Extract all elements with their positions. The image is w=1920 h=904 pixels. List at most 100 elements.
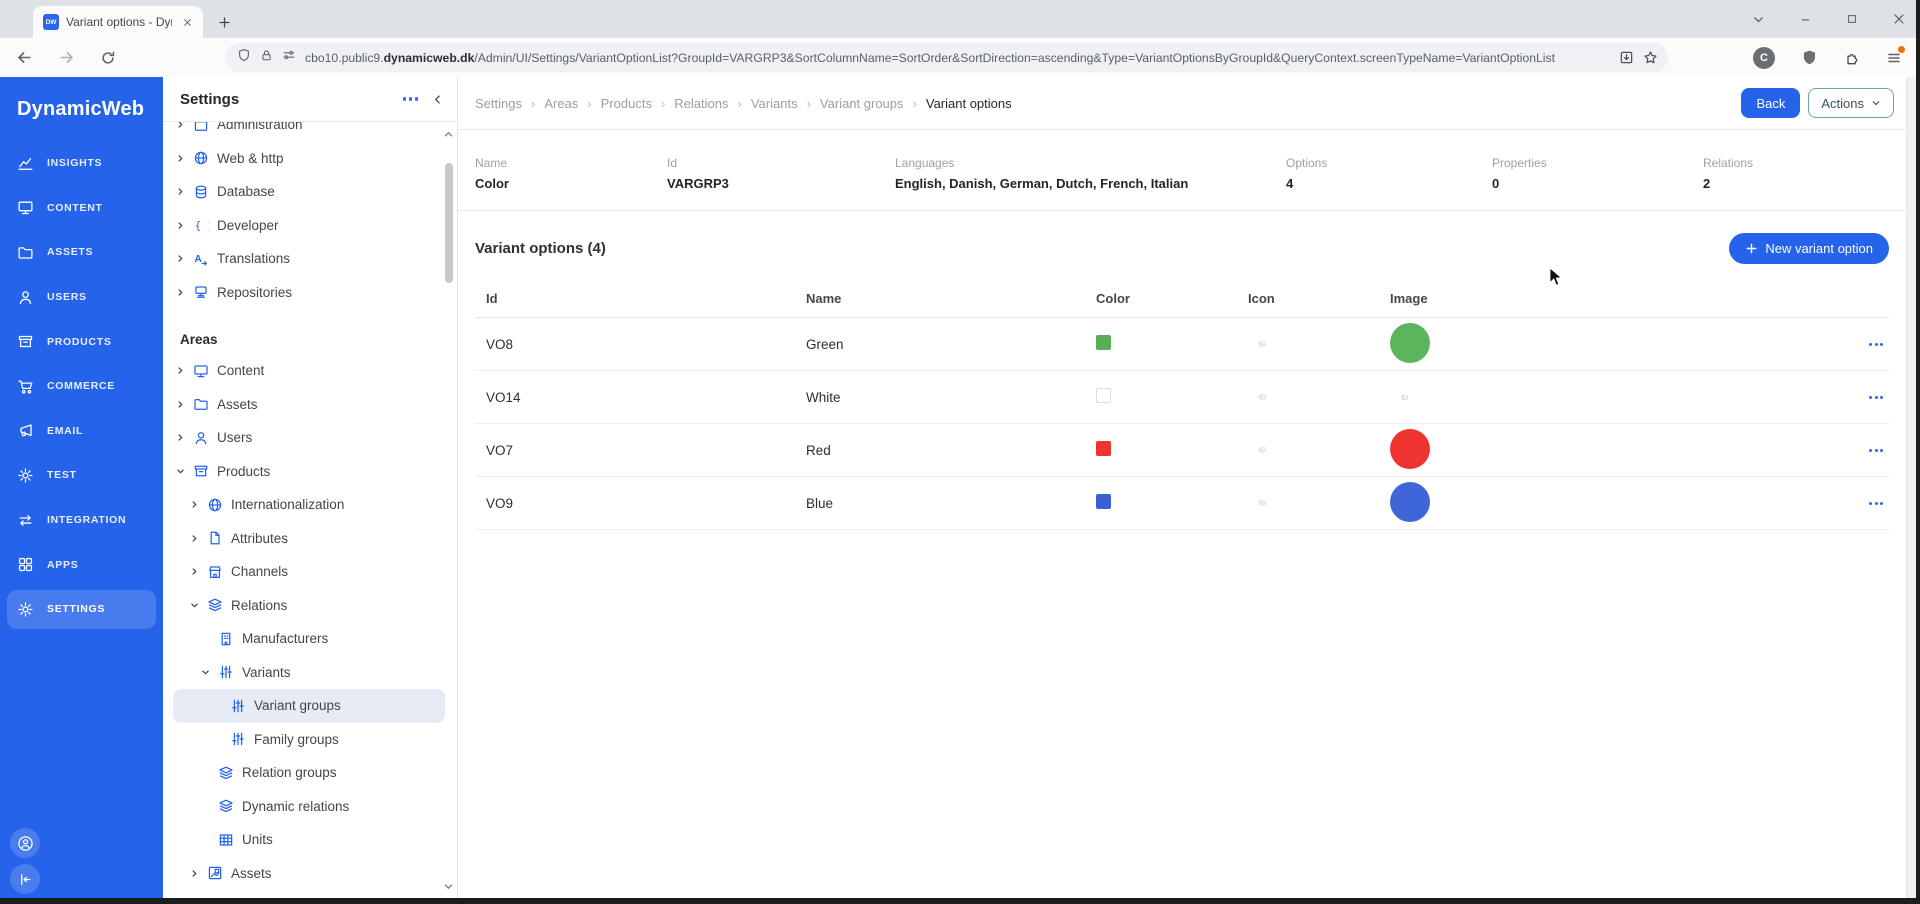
- minimize-icon[interactable]: [1799, 13, 1812, 26]
- adblock-shield-icon[interactable]: [1801, 49, 1818, 66]
- sidebar-item-settings[interactable]: SETTINGS: [0, 587, 163, 632]
- variant-option-row-vo9[interactable]: VO9Blue: [475, 477, 1889, 530]
- profile-avatar[interactable]: [10, 828, 40, 858]
- breadcrumb-current: Variant options: [926, 96, 1012, 111]
- row-actions-icon[interactable]: [1817, 449, 1889, 452]
- tree-item-relation-groups[interactable]: Relation groups: [163, 756, 457, 790]
- row-actions-icon[interactable]: [1817, 502, 1889, 505]
- sidebar-item-integration[interactable]: INTEGRATION: [0, 498, 163, 543]
- tab-close-icon[interactable]: [179, 14, 195, 30]
- chevron-right-icon[interactable]: [175, 399, 193, 410]
- tree-item-repositories[interactable]: Repositories: [163, 276, 457, 310]
- panel-collapse-icon[interactable]: [424, 90, 445, 109]
- chevron-right-icon[interactable]: [175, 122, 193, 130]
- tree-item-developer[interactable]: { }Developer: [163, 209, 457, 243]
- tree-item-administration[interactable]: Administration: [163, 122, 457, 142]
- breadcrumb-settings[interactable]: Settings: [475, 96, 522, 111]
- bookmark-star-icon[interactable]: [1643, 50, 1658, 65]
- actions-button[interactable]: Actions: [1808, 88, 1894, 118]
- breadcrumb-areas[interactable]: Areas: [544, 96, 578, 111]
- extensions-puzzle-icon[interactable]: [1844, 50, 1860, 66]
- chevron-right-icon[interactable]: [189, 566, 207, 577]
- tree-item-internationalization[interactable]: Internationalization: [163, 488, 457, 522]
- sidebar-item-content[interactable]: CONTENT: [0, 186, 163, 231]
- tree-item-channels[interactable]: Channels: [163, 555, 457, 589]
- sidebar-item-products[interactable]: PRODUCTS: [0, 319, 163, 364]
- address-bar[interactable]: cbo10.public9.dynamicweb.dk/Admin/UI/Set…: [225, 43, 1668, 72]
- panel-scrollbar-thumb[interactable]: [445, 163, 453, 283]
- reload-icon[interactable]: [94, 44, 122, 72]
- row-actions-icon[interactable]: [1817, 396, 1889, 399]
- chevron-right-icon[interactable]: [189, 499, 207, 510]
- tree-item-assets[interactable]: Assets: [163, 857, 457, 891]
- page-scrollbar[interactable]: [1906, 77, 1916, 898]
- column-header-image[interactable]: Image: [1379, 291, 1817, 306]
- variant-option-row-vo7[interactable]: VO7Red: [475, 424, 1889, 477]
- tree-item-users[interactable]: Users: [163, 421, 457, 455]
- chevron-right-icon[interactable]: [175, 432, 193, 443]
- sidebar-item-assets[interactable]: ASSETS: [0, 230, 163, 275]
- forward-nav-icon[interactable]: [52, 44, 80, 72]
- tree-item-database[interactable]: Database: [163, 175, 457, 209]
- maximize-icon[interactable]: [1846, 13, 1858, 25]
- new-variant-option-button[interactable]: New variant option: [1729, 233, 1889, 264]
- chevron-right-icon[interactable]: [175, 220, 193, 231]
- column-header-name[interactable]: Name: [795, 291, 1085, 306]
- column-header-icon[interactable]: Icon: [1237, 291, 1379, 306]
- row-actions-icon[interactable]: [1817, 343, 1889, 346]
- variant-option-row-vo8[interactable]: VO8Green: [475, 318, 1889, 371]
- tree-item-translations[interactable]: ATranslations: [163, 242, 457, 276]
- chevron-down-icon[interactable]: [175, 466, 193, 477]
- column-header-id[interactable]: Id: [475, 291, 795, 306]
- chevron-right-icon[interactable]: [189, 868, 207, 879]
- breadcrumb-products[interactable]: Products: [601, 96, 652, 111]
- site-settings-icon[interactable]: [282, 48, 296, 67]
- tree-item-relations[interactable]: Relations: [163, 589, 457, 623]
- variant-option-row-vo14[interactable]: VO14White: [475, 371, 1889, 424]
- shield-icon[interactable]: [237, 48, 251, 67]
- tree-item-assets[interactable]: Assets: [163, 388, 457, 422]
- new-tab-button[interactable]: [212, 10, 236, 34]
- scroll-up-icon[interactable]: [443, 129, 454, 140]
- install-app-icon[interactable]: [1619, 50, 1634, 65]
- tree-item-variants[interactable]: Variants: [163, 656, 457, 690]
- sidebar-item-test[interactable]: TEST: [0, 453, 163, 498]
- tree-item-attributes[interactable]: Attributes: [163, 522, 457, 556]
- breadcrumb-variant-groups[interactable]: Variant groups: [820, 96, 904, 111]
- browser-tab[interactable]: DW Variant options - DynamicWeb: [33, 6, 203, 38]
- column-header-color[interactable]: Color: [1085, 291, 1237, 306]
- sidebar-item-email[interactable]: EMAIL: [0, 409, 163, 454]
- back-button[interactable]: Back: [1741, 88, 1800, 118]
- chevron-right-icon[interactable]: [189, 533, 207, 544]
- chevron-right-icon[interactable]: [175, 365, 193, 376]
- sidebar-item-commerce[interactable]: COMMERCE: [0, 364, 163, 409]
- chevron-down-icon[interactable]: [200, 667, 218, 678]
- scroll-down-icon[interactable]: [443, 881, 454, 892]
- chevron-right-icon[interactable]: [175, 153, 193, 164]
- breadcrumb-relations[interactable]: Relations: [674, 96, 728, 111]
- panel-menu-icon[interactable]: [397, 91, 425, 107]
- sidebar-item-apps[interactable]: APPS: [0, 542, 163, 587]
- chevron-right-icon[interactable]: [175, 186, 193, 197]
- back-nav-icon[interactable]: [10, 44, 38, 72]
- tree-item-products[interactable]: Products: [163, 455, 457, 489]
- collapse-sidebar-button[interactable]: [10, 864, 40, 894]
- tree-item-content[interactable]: Content: [163, 354, 457, 388]
- chevron-right-icon[interactable]: [175, 287, 193, 298]
- chevron-right-icon[interactable]: [175, 253, 193, 264]
- tree-item-units[interactable]: Units: [163, 823, 457, 857]
- tab-search-icon[interactable]: [1752, 13, 1765, 26]
- tree-item-family-groups[interactable]: Family groups: [163, 723, 457, 757]
- lock-icon[interactable]: [260, 49, 273, 67]
- breadcrumb-variants[interactable]: Variants: [751, 96, 798, 111]
- browser-menu-icon[interactable]: [1886, 50, 1902, 66]
- tree-item-web-http[interactable]: Web & http: [163, 142, 457, 176]
- extension-c-icon[interactable]: C: [1753, 47, 1775, 69]
- chevron-down-icon[interactable]: [189, 600, 207, 611]
- tree-item-dynamic-relations[interactable]: Dynamic relations: [163, 790, 457, 824]
- tree-item-manufacturers[interactable]: Manufacturers: [163, 622, 457, 656]
- sidebar-item-users[interactable]: USERS: [0, 275, 163, 320]
- sidebar-item-insights[interactable]: INSIGHTS: [0, 141, 163, 186]
- tree-item-variant-groups[interactable]: Variant groups: [173, 689, 445, 723]
- close-icon[interactable]: [1892, 12, 1906, 26]
